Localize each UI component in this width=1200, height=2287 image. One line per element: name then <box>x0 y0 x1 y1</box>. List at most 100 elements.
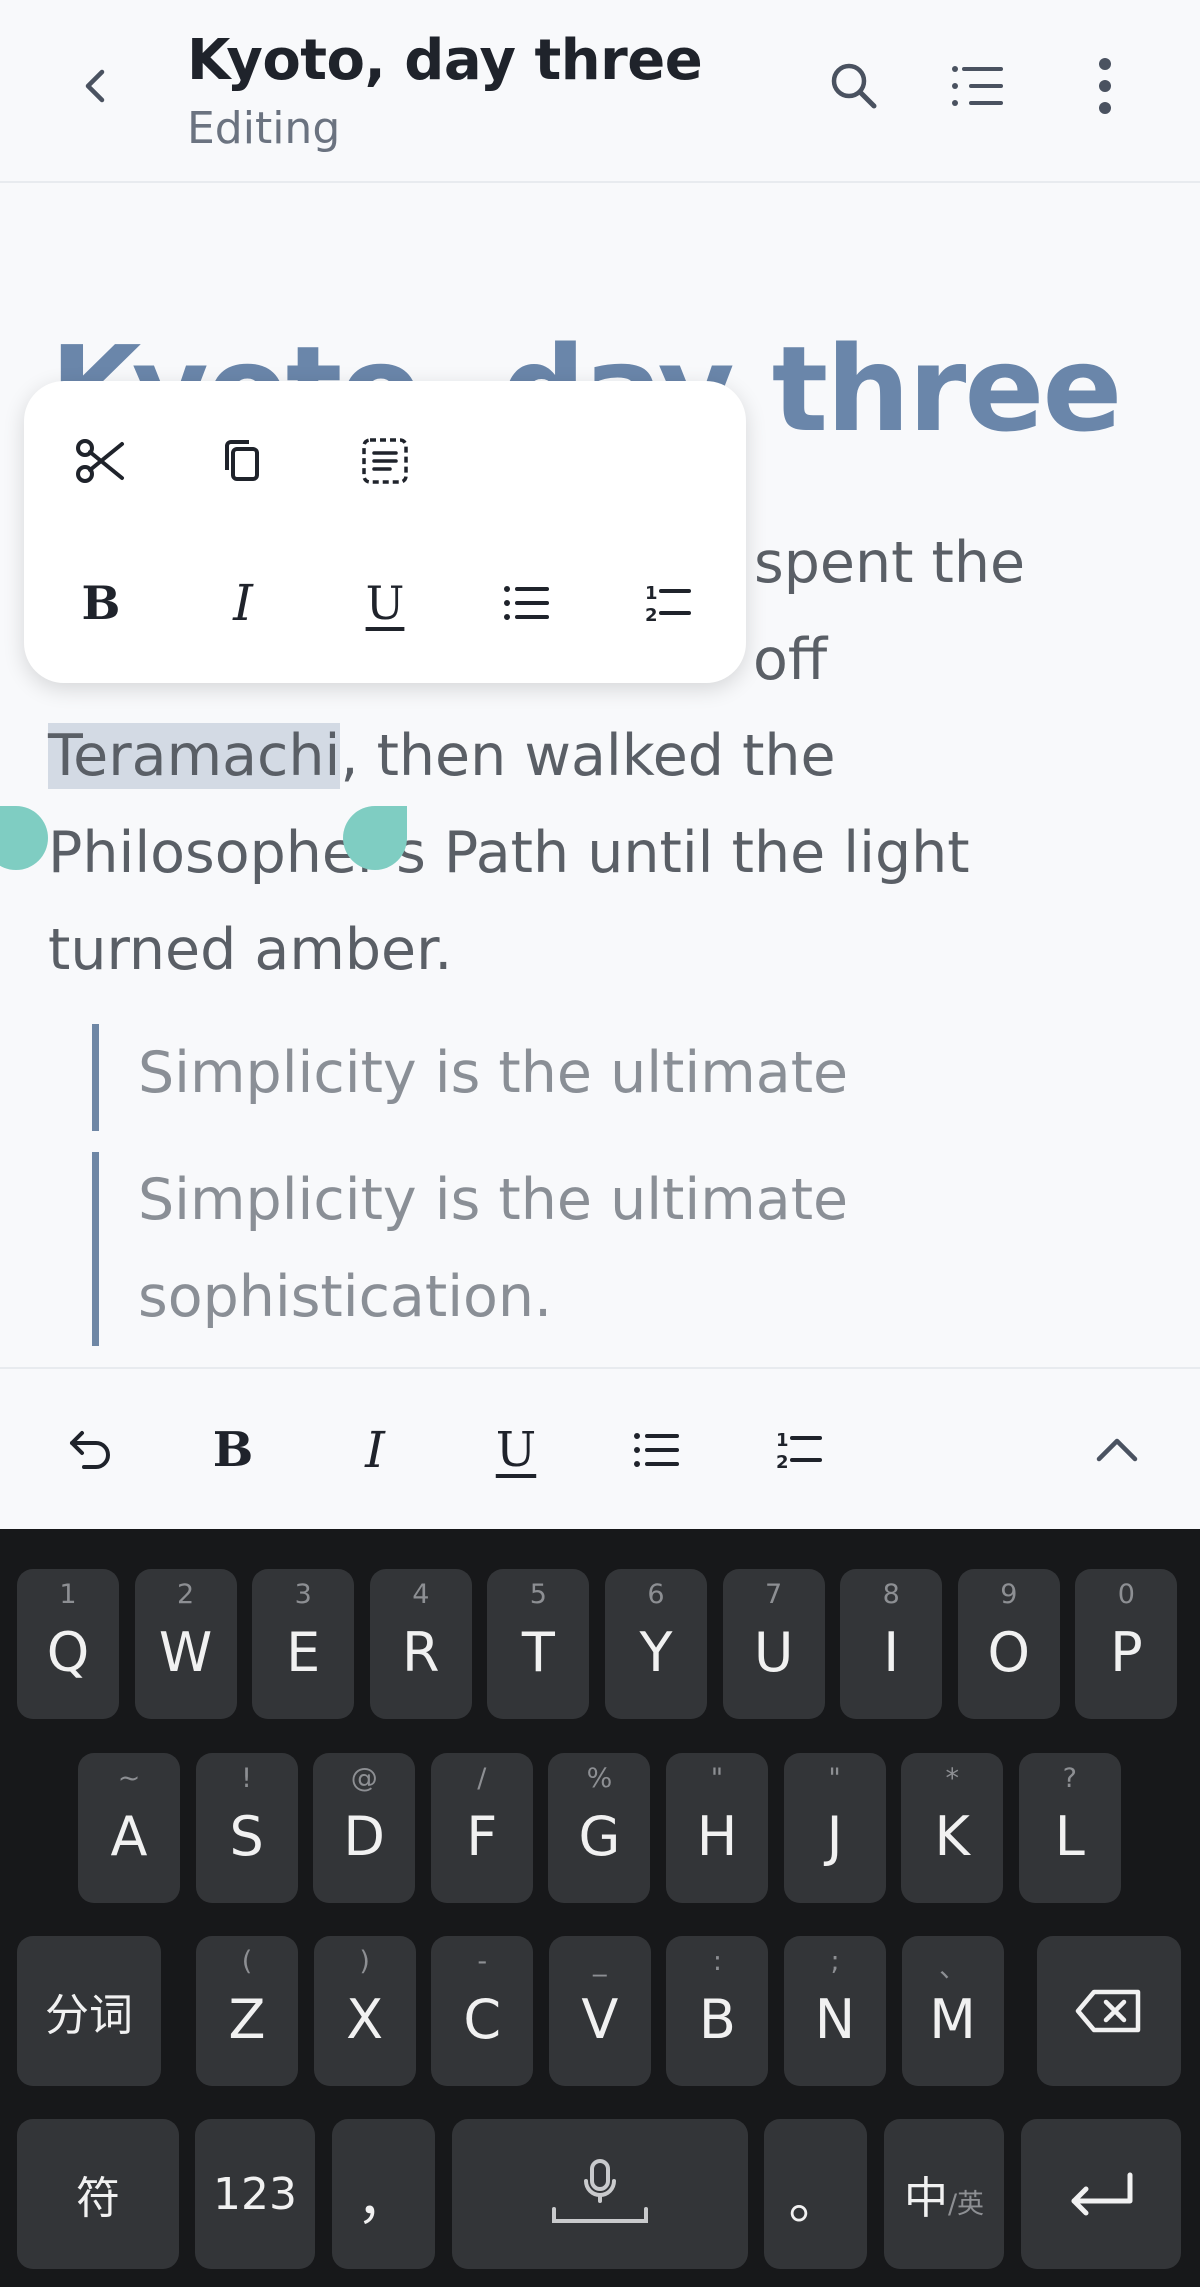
language-switch-key[interactable]: 中/英 <box>884 2119 1004 2269</box>
paragraph-line-2-tail[interactable]: off <box>753 627 827 693</box>
key-g[interactable]: % G <box>548 1753 651 1903</box>
key-o[interactable]: 9O <box>957 1569 1060 1719</box>
key-e[interactable]: 3E <box>252 1569 355 1719</box>
svg-text:1: 1 <box>645 583 658 604</box>
key-hint: ? <box>1062 1763 1077 1794</box>
key-c[interactable]: -C <box>431 1936 534 2086</box>
outline-button[interactable] <box>938 46 1018 126</box>
copy-button[interactable] <box>198 416 288 506</box>
key-x[interactable]: ) X <box>313 1936 416 2086</box>
key-l[interactable]: ? L <box>1018 1753 1121 1903</box>
enter-key[interactable] <box>1021 2119 1181 2269</box>
key-i[interactable]: 8I <box>840 1569 943 1719</box>
key-label: A <box>110 1804 148 1868</box>
symbols-key[interactable]: 符 <box>17 2119 179 2269</box>
key-label: F <box>466 1804 498 1868</box>
bold-button[interactable]: B <box>188 1405 278 1495</box>
selection-start-handle[interactable] <box>0 806 48 870</box>
language-sub-label: /英 <box>947 2188 985 2220</box>
key-f[interactable]: / F <box>430 1753 533 1903</box>
numbered-list-button[interactable]: 1 2 <box>755 1405 845 1495</box>
cut-icon <box>76 439 124 483</box>
key-a[interactable]: ~ A <box>78 1753 180 1903</box>
key-label: R <box>402 1620 440 1684</box>
key-hint: 7 <box>765 1579 783 1610</box>
key-r[interactable]: 4R <box>369 1569 472 1719</box>
blockquote-2-line-2[interactable]: sophistication. <box>138 1264 552 1330</box>
popup-numbered-list-button[interactable]: 1 2 <box>624 558 714 648</box>
key-s[interactable]: ! S <box>195 1753 298 1903</box>
selected-text[interactable]: Teramachi <box>48 723 341 789</box>
cut-button[interactable] <box>56 416 146 506</box>
blockquote-1-text[interactable]: Simplicity is the ultimate <box>138 1040 848 1106</box>
italic-button[interactable]: I <box>330 1405 420 1495</box>
blockquote-bar <box>92 1024 99 1131</box>
key-u[interactable]: 7U <box>722 1569 825 1719</box>
backspace-key[interactable] <box>1037 1936 1181 2086</box>
popup-underline-button[interactable]: U <box>340 558 430 648</box>
key-hint: 9 <box>1000 1579 1018 1610</box>
key-n[interactable]: ; N <box>784 1936 886 2086</box>
popup-italic-button[interactable]: I <box>198 558 288 648</box>
key-y[interactable]: 6Y <box>605 1569 707 1719</box>
svg-text:2: 2 <box>645 605 658 625</box>
page-subtitle: Editing <box>187 103 341 154</box>
key-b[interactable]: :B <box>666 1936 769 2086</box>
key-hint: 1 <box>59 1579 77 1610</box>
comma-key[interactable]: ， <box>332 2119 435 2269</box>
paragraph-line-1-tail[interactable]: spent the <box>754 530 1025 596</box>
space-key[interactable] <box>452 2119 748 2269</box>
paragraph-line-3-rest: , then walked the <box>340 723 836 789</box>
period-key[interactable]: 。 <box>764 2119 867 2269</box>
bullet-list-button[interactable] <box>612 1405 702 1495</box>
paragraph-line-5[interactable]: turned amber. <box>48 917 452 983</box>
blockquote-2-line-1[interactable]: Simplicity is the ultimate <box>138 1167 848 1233</box>
key-hint: - <box>477 1946 488 1977</box>
more-button[interactable] <box>1065 46 1145 126</box>
back-button[interactable] <box>56 46 136 126</box>
select-all-button[interactable] <box>340 416 430 506</box>
page-title: Kyoto, day three <box>187 28 703 93</box>
app-header: Kyoto, day three Editing <box>0 0 1200 183</box>
key-d[interactable]: @ D <box>313 1753 416 1903</box>
key-label: K <box>934 1804 970 1868</box>
numbers-key-label: 123 <box>213 2168 297 2220</box>
key-w[interactable]: 2W <box>134 1569 237 1719</box>
soft-keyboard: 1Q2W3E4R5T6Y7U8I9O0P ~ A! S @ D / F% G " H " J * K? L … <box>0 1529 1200 2287</box>
segment-key-label: 分词 <box>45 1990 133 2041</box>
key-k[interactable]: * K <box>901 1753 1004 1903</box>
paragraph-line-3[interactable]: Teramachi, then walked the <box>48 723 836 789</box>
bullet-list-icon <box>634 1433 679 1467</box>
search-button[interactable] <box>814 46 894 126</box>
key-hint: 4 <box>412 1579 430 1610</box>
key-hint: _ <box>593 1946 607 1977</box>
formatting-toolbar: B I U 1 2 <box>0 1367 1200 1529</box>
paragraph-line-4[interactable]: Philosopher's Path until the light <box>48 820 970 886</box>
numbers-key[interactable]: 123 <box>195 2119 315 2269</box>
key-p[interactable]: 0P <box>1075 1569 1178 1719</box>
key-v[interactable]: _ V <box>548 1936 651 2086</box>
back-arrow-icon <box>85 69 105 103</box>
key-t[interactable]: 5T <box>487 1569 590 1719</box>
key-z[interactable]: (Z <box>196 1936 298 2086</box>
undo-button[interactable] <box>46 1405 136 1495</box>
popup-bold-button[interactable]: B <box>56 558 146 648</box>
microphone-icon <box>552 2159 648 2223</box>
symbols-key-label: 符 <box>76 2173 120 2224</box>
key-q[interactable]: 1Q <box>17 1569 119 1719</box>
search-icon <box>831 63 877 109</box>
key-hint: / <box>477 1763 487 1794</box>
segment-key[interactable]: 分词 <box>17 1936 161 2086</box>
selection-end-handle[interactable] <box>343 806 407 870</box>
key-label: G <box>578 1804 621 1868</box>
key-h[interactable]: " H <box>666 1753 768 1903</box>
key-label: Z <box>228 1987 266 2051</box>
collapse-toolbar-button[interactable] <box>1072 1405 1162 1495</box>
numbered-list-icon: 1 2 <box>776 1430 822 1472</box>
key-m[interactable]: 、 M <box>901 1936 1004 2086</box>
chevron-up-icon <box>1096 1438 1138 1462</box>
popup-bullet-list-button[interactable] <box>482 558 572 648</box>
underline-button[interactable]: U <box>471 1405 561 1495</box>
key-j[interactable]: " J <box>783 1753 886 1903</box>
key-label: B <box>698 1987 736 2051</box>
